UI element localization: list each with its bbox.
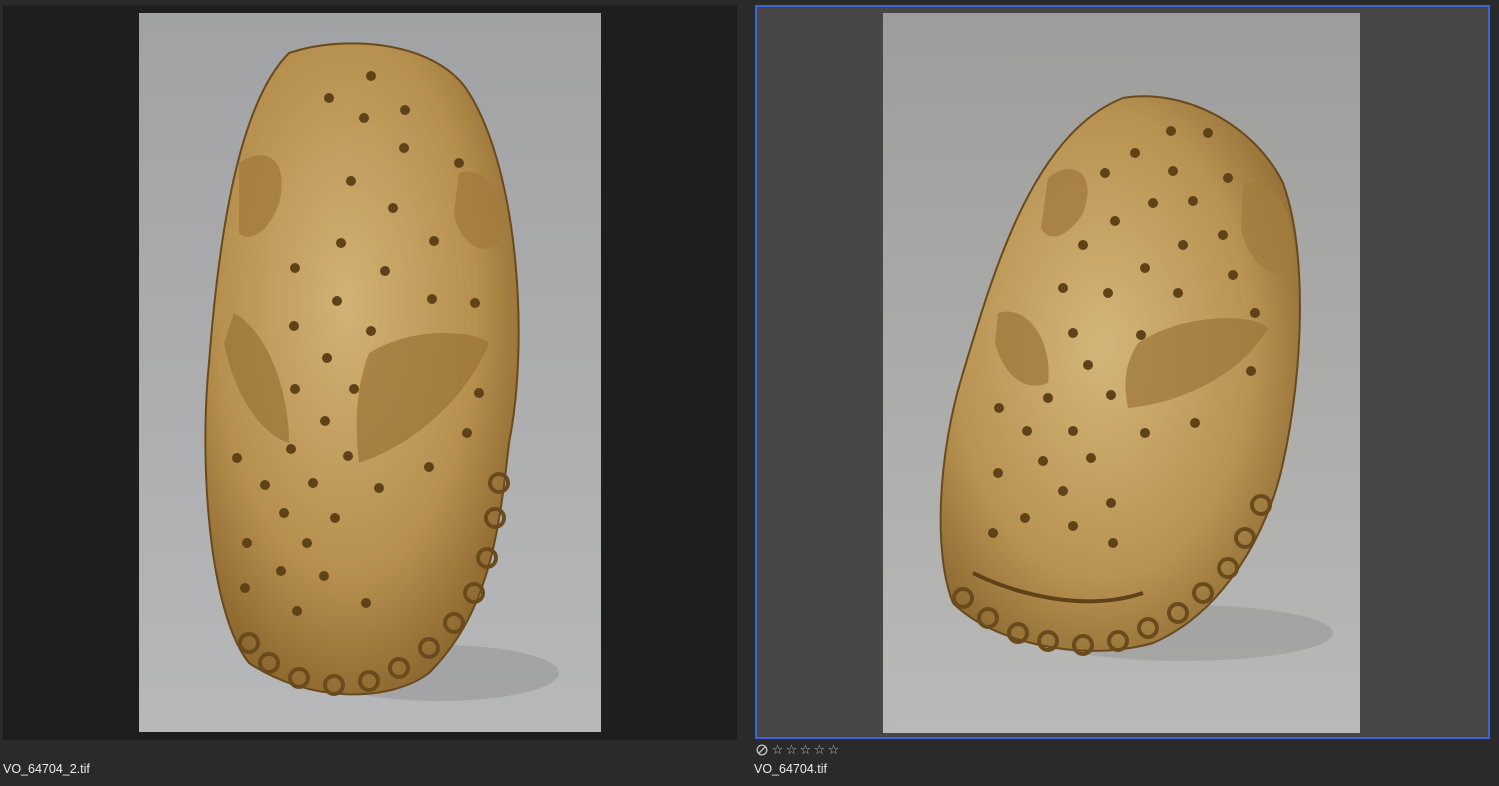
star-icon-1[interactable]: ☆ xyxy=(771,743,784,757)
star-icon-4[interactable]: ☆ xyxy=(813,743,826,757)
photo-thumbnail[interactable] xyxy=(883,13,1360,733)
filename-label: VO_64704.tif xyxy=(754,762,827,776)
image-frame[interactable] xyxy=(3,5,737,740)
filename-label: VO_64704_2.tif xyxy=(3,762,90,776)
image-frame-selected[interactable] xyxy=(755,5,1490,739)
star-icon-2[interactable]: ☆ xyxy=(785,743,798,757)
rating-row: ☆ ☆ ☆ ☆ ☆ xyxy=(756,743,840,757)
image-cell-2[interactable]: ☆ ☆ ☆ ☆ ☆ VO_64704.tif xyxy=(752,0,1499,786)
photo-thumbnail[interactable] xyxy=(139,13,601,732)
star-icon-3[interactable]: ☆ xyxy=(799,743,812,757)
image-cell-1[interactable]: VO_64704_2.tif xyxy=(0,0,740,786)
star-icon-5[interactable]: ☆ xyxy=(827,743,840,757)
reject-icon[interactable] xyxy=(756,744,768,756)
image-grid: VO_64704_2.tif ☆ ☆ ☆ ☆ ☆ VO_64704.tif xyxy=(0,0,1499,786)
